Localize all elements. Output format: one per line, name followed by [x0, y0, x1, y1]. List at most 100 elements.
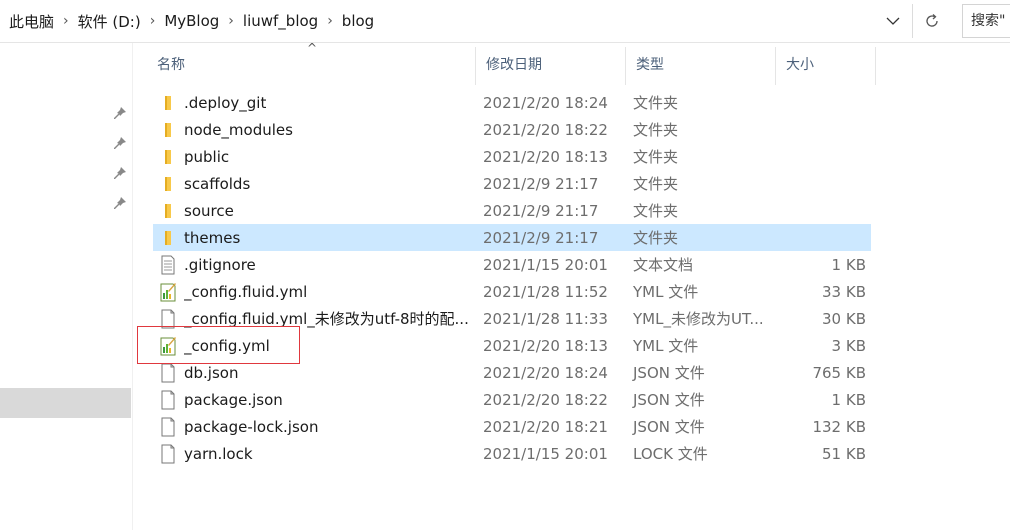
- file-name-cell: package-lock.json: [153, 413, 473, 440]
- breadcrumb-blog[interactable]: blog: [337, 12, 379, 30]
- file-name-cell: node_modules: [153, 116, 473, 143]
- file-row[interactable]: themes 2021/2/9 21:17 文件夹: [153, 224, 871, 251]
- file-name: node_modules: [184, 120, 293, 139]
- breadcrumb-liuwf-blog[interactable]: liuwf_blog: [238, 12, 323, 30]
- file-row[interactable]: source 2021/2/9 21:17 文件夹: [153, 197, 871, 224]
- file-modified-date: 2021/2/20 18:24: [483, 363, 608, 382]
- file-name-cell: package.json: [153, 386, 473, 413]
- file-modified-date: 2021/1/28 11:33: [483, 309, 608, 328]
- file-type: 文件夹: [633, 229, 679, 247]
- address-bar[interactable]: 此电脑 › 软件 (D:) › MyBlog › liuwf_blog › bl…: [0, 0, 1010, 43]
- search-box[interactable]: [962, 4, 1010, 38]
- refresh-button[interactable]: [912, 4, 951, 38]
- file-row[interactable]: db.json 2021/2/20 18:24 JSON 文件 765 KB: [153, 359, 871, 386]
- file-size: 132 KB: [812, 417, 866, 436]
- file-size: 3 KB: [831, 336, 866, 355]
- blank-file-icon: [157, 443, 179, 465]
- folder-icon: [157, 227, 179, 249]
- file-row[interactable]: .deploy_git 2021/2/20 18:24 文件夹: [153, 89, 871, 116]
- blank-file-icon: [157, 362, 179, 384]
- navigation-pane[interactable]: [0, 43, 133, 530]
- file-name-cell: _config.fluid.yml_未修改为utf-8时的配...: [153, 305, 473, 332]
- column-header-type[interactable]: 类型: [626, 43, 776, 85]
- chevron-right-icon[interactable]: ›: [146, 13, 160, 29]
- file-name: scaffolds: [184, 174, 251, 193]
- file-size: 1 KB: [831, 390, 866, 409]
- file-name: _config.fluid.yml: [184, 282, 308, 301]
- file-type: 文件夹: [633, 202, 679, 220]
- breadcrumb-drive-d[interactable]: 软件 (D:): [73, 11, 146, 32]
- breadcrumb-myblog[interactable]: MyBlog: [159, 12, 224, 30]
- column-label-size: 大小: [786, 57, 814, 73]
- file-type: 文件夹: [633, 148, 679, 166]
- file-name: .deploy_git: [184, 93, 267, 112]
- file-modified-date: 2021/1/15 20:01: [483, 255, 608, 274]
- blank-file-icon: [157, 308, 179, 330]
- file-row[interactable]: _config.fluid.yml_未修改为utf-8时的配... 2021/1/…: [153, 305, 871, 332]
- pin-icon[interactable]: [112, 105, 128, 121]
- address-history-dropdown[interactable]: [880, 9, 906, 33]
- file-modified-date: 2021/1/15 20:01: [483, 444, 608, 463]
- file-modified-date: 2021/2/20 18:13: [483, 147, 608, 166]
- yml-file-icon: [157, 335, 179, 357]
- file-name-cell: scaffolds: [153, 170, 473, 197]
- file-row[interactable]: _config.fluid.yml 2021/1/28 11:52 YML 文件 33…: [153, 278, 871, 305]
- chevron-right-icon[interactable]: ›: [59, 13, 73, 29]
- file-size: 33 KB: [822, 282, 866, 301]
- column-label-type: 类型: [636, 57, 664, 73]
- file-type: JSON 文件: [633, 364, 705, 382]
- file-type: YML 文件: [633, 337, 699, 355]
- nav-selected-item[interactable]: [0, 388, 131, 418]
- pin-icon[interactable]: [112, 165, 128, 181]
- file-row[interactable]: node_modules 2021/2/20 18:22 文件夹: [153, 116, 871, 143]
- file-modified-date: 2021/2/20 18:21: [483, 417, 608, 436]
- file-name: yarn.lock: [184, 444, 253, 463]
- blank-file-icon: [157, 389, 179, 411]
- file-row[interactable]: _config.yml 2021/2/20 18:13 YML 文件 3 KB: [153, 332, 871, 359]
- yml-file-icon: [157, 281, 179, 303]
- chevron-right-icon[interactable]: ›: [224, 13, 238, 29]
- search-input[interactable]: [963, 5, 1010, 37]
- file-row[interactable]: package.json 2021/2/20 18:22 JSON 文件 1 KB: [153, 386, 871, 413]
- file-row[interactable]: public 2021/2/20 18:13 文件夹: [153, 143, 871, 170]
- column-header-size[interactable]: 大小: [776, 43, 876, 85]
- column-header: ^ 名称 修改日期 类型 大小: [133, 41, 1010, 85]
- folder-icon: [157, 200, 179, 222]
- pin-icon[interactable]: [112, 135, 128, 151]
- file-name: .gitignore: [184, 255, 256, 274]
- file-name-cell: source: [153, 197, 473, 224]
- breadcrumb: 此电脑 › 软件 (D:) › MyBlog › liuwf_blog › bl…: [4, 0, 379, 42]
- file-type: JSON 文件: [633, 418, 705, 436]
- folder-icon: [157, 173, 179, 195]
- file-row[interactable]: package-lock.json 2021/2/20 18:21 JSON 文件 1…: [153, 413, 871, 440]
- file-size: 51 KB: [822, 444, 866, 463]
- file-type: LOCK 文件: [633, 445, 708, 463]
- file-type: 文件夹: [633, 121, 679, 139]
- folder-icon: [157, 146, 179, 168]
- file-name: _config.fluid.yml_未修改为utf-8时的配...: [184, 310, 469, 328]
- file-name: public: [184, 147, 230, 166]
- file-name: package.json: [184, 390, 283, 409]
- file-row[interactable]: yarn.lock 2021/1/15 20:01 LOCK 文件 51 KB: [153, 440, 871, 467]
- column-header-name[interactable]: 名称: [147, 43, 476, 85]
- file-name-cell: public: [153, 143, 473, 170]
- file-row[interactable]: .gitignore 2021/1/15 20:01 文本文档 1 KB: [153, 251, 871, 278]
- file-name-cell: .deploy_git: [153, 89, 473, 116]
- file-name-cell: .gitignore: [153, 251, 473, 278]
- pin-icon[interactable]: [112, 195, 128, 211]
- file-row[interactable]: scaffolds 2021/2/9 21:17 文件夹: [153, 170, 871, 197]
- breadcrumb-this-pc[interactable]: 此电脑: [4, 11, 59, 32]
- file-name-cell: yarn.lock: [153, 440, 473, 467]
- file-name: themes: [184, 228, 241, 247]
- file-modified-date: 2021/2/20 18:24: [483, 93, 608, 112]
- chevron-right-icon[interactable]: ›: [323, 13, 337, 29]
- column-label-name: 名称: [157, 57, 185, 73]
- file-size: 765 KB: [812, 363, 866, 382]
- file-type: JSON 文件: [633, 391, 705, 409]
- text-file-icon: [157, 254, 179, 276]
- file-size: 30 KB: [822, 309, 866, 328]
- folder-icon: [157, 119, 179, 141]
- file-name: package-lock.json: [184, 417, 319, 436]
- column-header-date[interactable]: 修改日期: [476, 43, 626, 85]
- file-modified-date: 2021/2/20 18:13: [483, 336, 608, 355]
